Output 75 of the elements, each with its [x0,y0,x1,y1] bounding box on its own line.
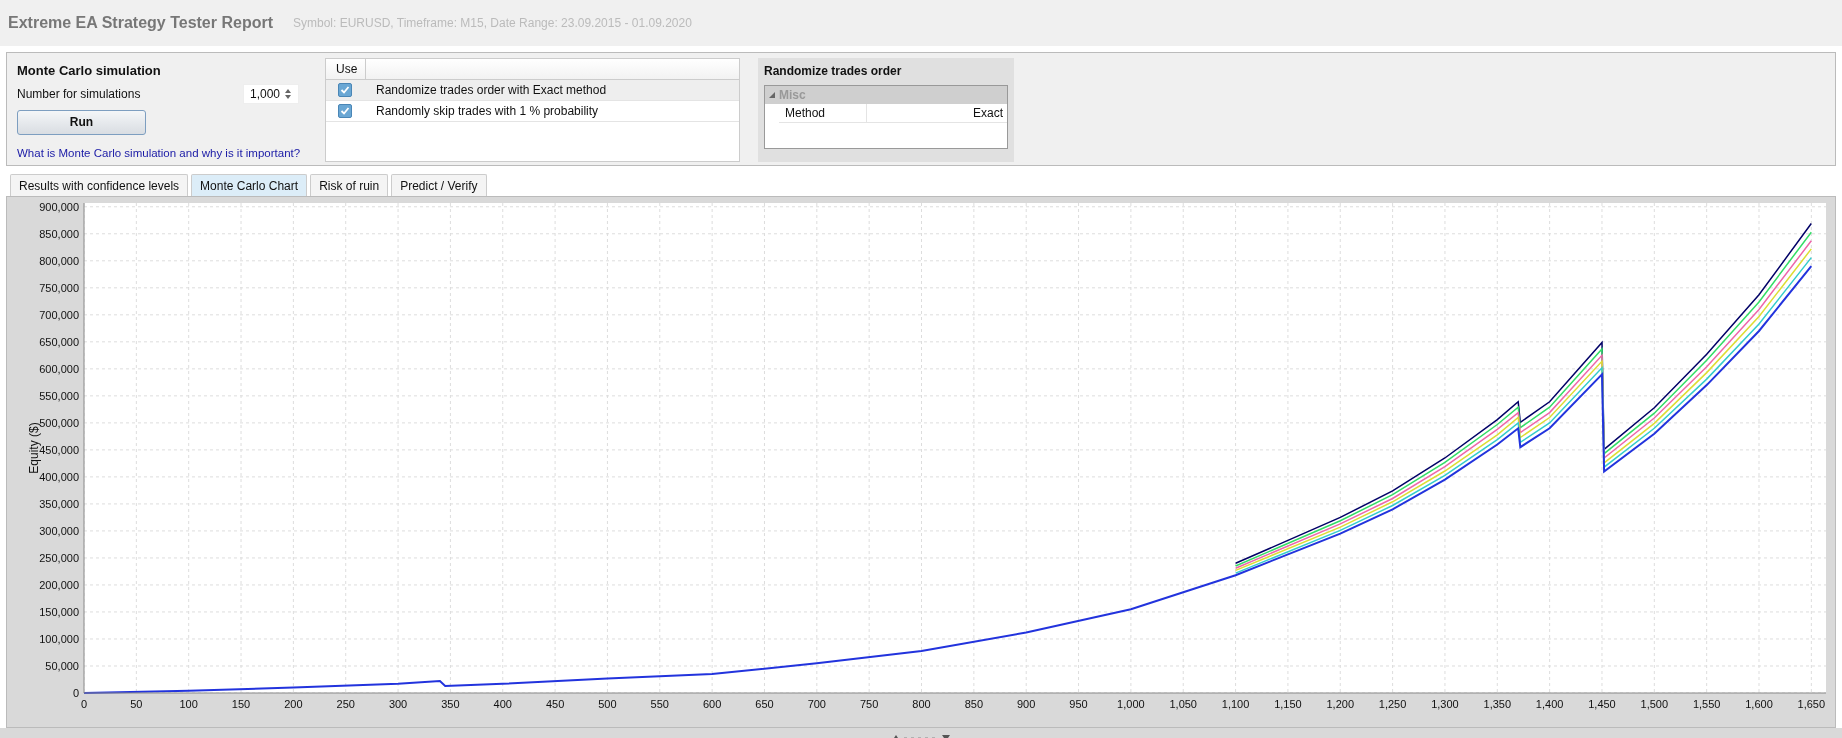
x-tick-label: 1,100 [1221,698,1250,710]
number-spinner[interactable]: 1,000 [242,83,299,104]
x-tick-label: 1,300 [1431,698,1459,710]
y-axis-title: Equity ($) [27,422,41,474]
checkbox[interactable] [338,104,352,118]
x-tick-label: 1,000 [1117,698,1145,710]
x-tick-label: 1,650 [1797,698,1826,710]
x-tick-label: 900 [1017,698,1036,710]
y-tick-label: 850,000 [39,227,79,240]
x-tick-label: 1,250 [1378,698,1407,710]
x-tick-label: 800 [912,698,931,710]
y-tick-label: 650,000 [39,335,79,348]
expand-triangle-icon[interactable] [769,92,775,98]
x-tick-label: 450 [545,698,565,710]
y-tick-label: 400,000 [39,470,79,483]
x-tick-label: 550 [650,698,669,710]
x-tick-label: 100 [179,698,198,710]
x-tick-label: 1,200 [1326,698,1354,710]
report-title: Extreme EA Strategy Tester Report [8,13,273,33]
x-tick-label: 950 [1069,698,1088,710]
property-name: Method [779,104,867,122]
x-tick-label: 500 [598,698,617,710]
x-tick-label: 350 [441,698,460,710]
x-tick-label: 1,550 [1692,698,1721,710]
y-tick-label: 350,000 [39,497,79,510]
section-title: Monte Carlo simulation [17,62,162,80]
y-tick-label: 150,000 [39,605,79,618]
x-tick-label: 850 [964,698,983,710]
option-row[interactable]: Randomize trades order with Exact method [326,80,739,101]
x-tick-label: 650 [755,698,774,710]
panel-title: Randomize trades order [764,63,903,80]
x-tick-label: 1,400 [1535,698,1564,710]
checkbox[interactable] [338,83,352,97]
x-tick-label: 150 [231,698,251,710]
option-label: Randomly skip trades with 1 % probability [376,103,599,120]
x-tick-label: 1,150 [1274,698,1302,710]
y-tick-label: 900,000 [39,200,79,213]
tab[interactable]: Predict / Verify [391,174,487,196]
x-tick-label: 50 [130,698,143,710]
tab[interactable]: Monte Carlo Chart [191,174,308,196]
y-tick-label: 50,000 [45,660,79,672]
y-tick-label: 0 [72,687,79,699]
x-tick-label: 1,600 [1745,698,1773,710]
x-tick-label: 1,500 [1640,698,1669,710]
y-tick-label: 250,000 [39,551,79,564]
y-tick-label: 600,000 [39,362,79,375]
y-tick-label: 550,000 [39,389,79,402]
column-header: Use [326,59,366,79]
x-tick-label: 600 [702,698,722,710]
x-tick-label: 1,050 [1169,698,1197,710]
x-tick-label: 300 [388,698,408,710]
x-tick-label: 200 [284,698,303,710]
option-label: Randomize trades order with Exact method [376,82,607,99]
y-tick-label: 500,000 [39,416,79,429]
y-tick-label: 200,000 [39,578,79,591]
y-tick-label: 100,000 [39,633,79,645]
y-tick-label: 800,000 [39,254,79,267]
y-tick-label: 700,000 [39,308,79,321]
option-row[interactable]: Randomly skip trades with 1 % probability [326,101,739,122]
tab[interactable]: Risk of ruin [310,174,389,196]
x-tick-label: 1,450 [1588,698,1616,710]
help-link[interactable]: What is Monte Carlo simulation and why is it important? [17,144,307,162]
y-tick-label: 750,000 [39,281,79,294]
spinner-arrows-icon[interactable] [284,87,292,100]
field-label: Number for simulations [17,85,141,103]
y-tick-label: 300,000 [39,524,79,537]
x-tick-label: 750 [860,698,879,710]
tab[interactable]: Results with confidence levels [10,174,189,196]
property-value[interactable]: Exact [867,104,1007,122]
x-tick-label: 400 [493,698,512,710]
x-tick-label: 700 [807,698,826,710]
x-tick-label: 250 [336,698,355,710]
x-tick-label: 1,350 [1483,698,1512,710]
run-button[interactable]: Run [17,109,146,135]
x-tick-label: 0 [80,698,88,710]
